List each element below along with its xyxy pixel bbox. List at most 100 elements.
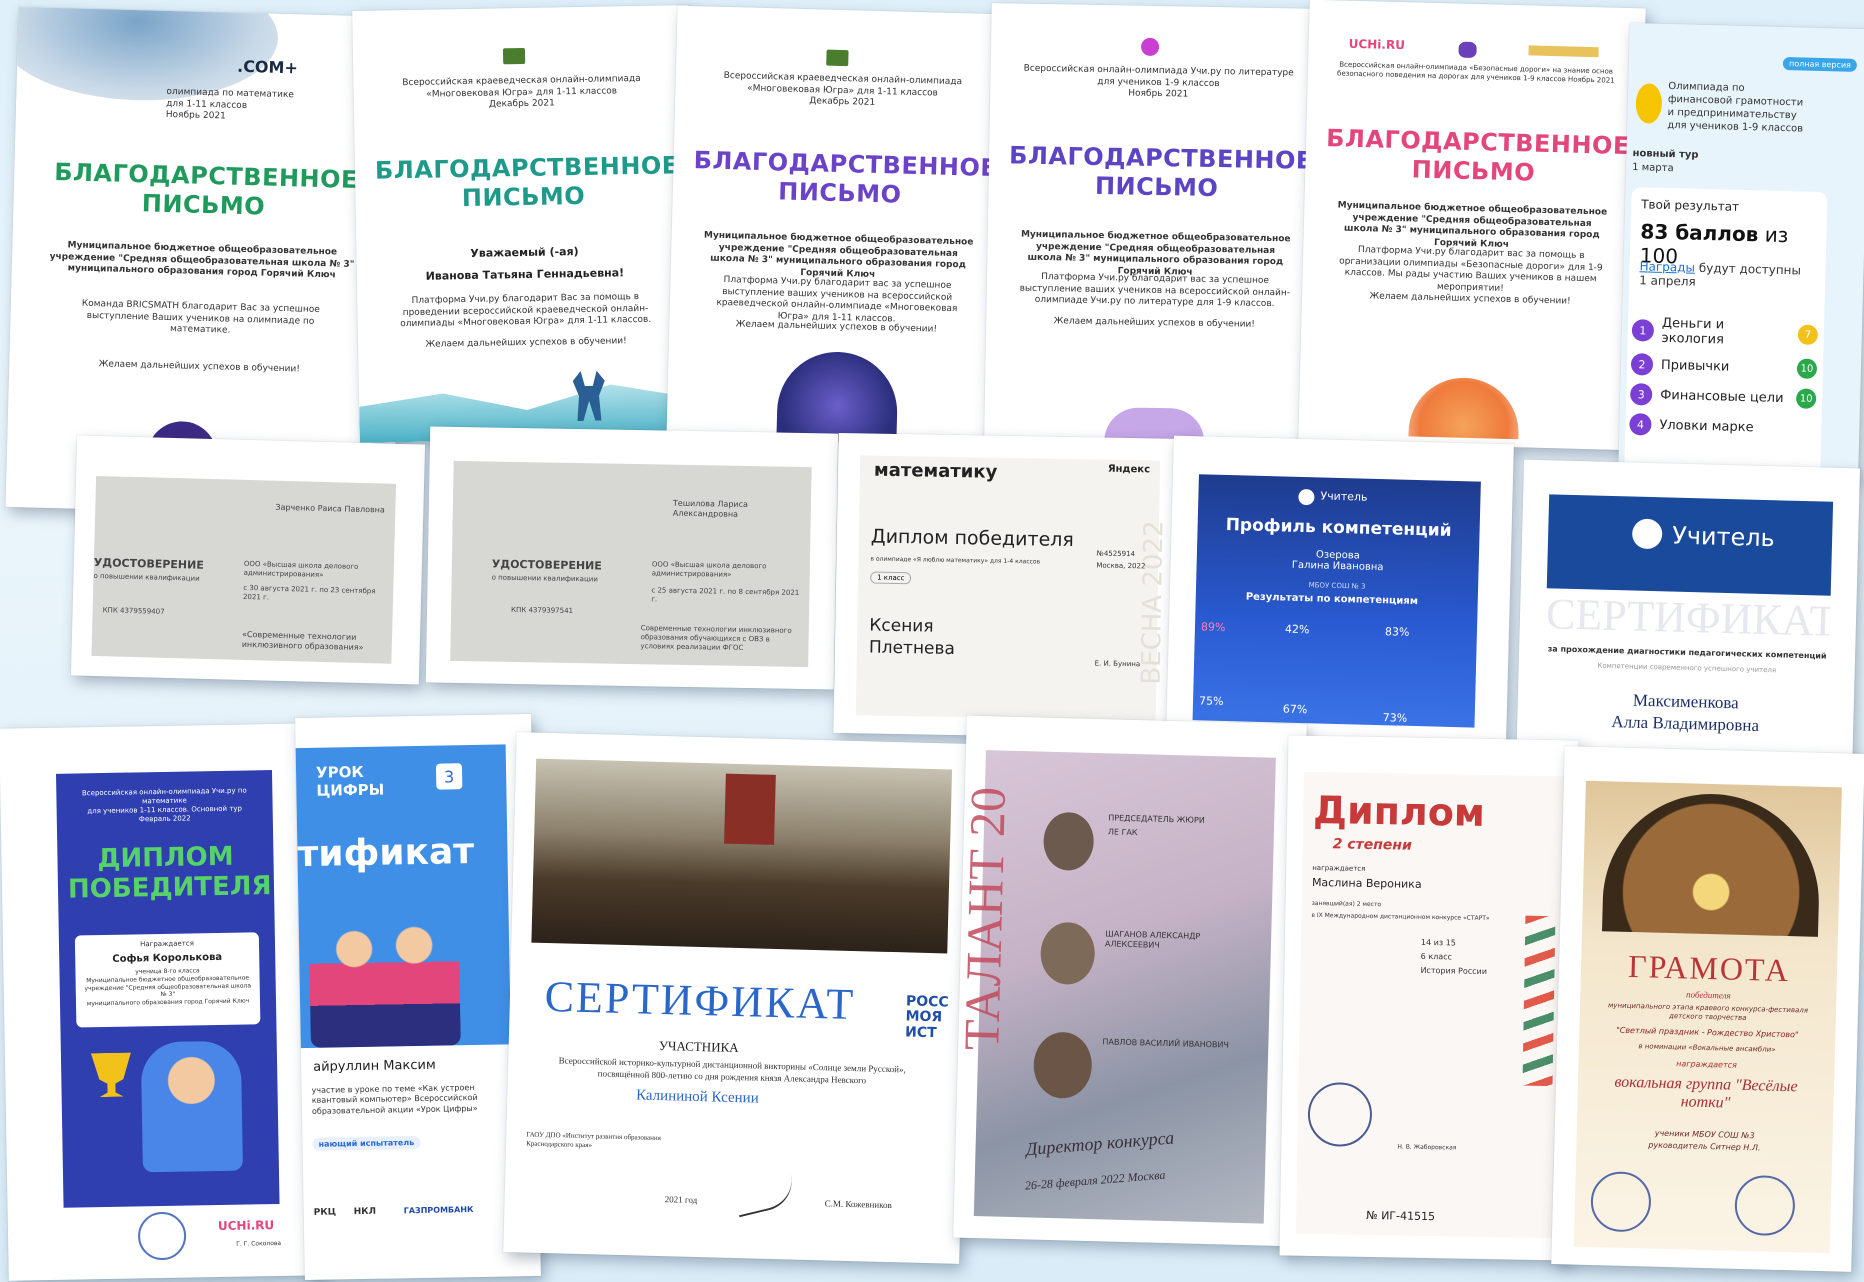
gramota-vesyolye-notki: ГРАМОТА победителя муниципального этапа … — [1551, 746, 1864, 1272]
diploma-header: Всероссийская онлайн-олимпиада Учи.ру по… — [81, 786, 247, 824]
cert-title: БЛАГОДАРСТВЕННОЕ ПИСЬМО — [53, 158, 359, 221]
certificate-yugra-school: Всероссийская краеведческая онлайн-олимп… — [666, 5, 1012, 447]
brand-line1: УРОК — [315, 762, 364, 782]
emblem-icon — [826, 49, 849, 67]
results-header: Результаты по компетенциям — [1245, 591, 1419, 608]
cert-header: Всероссийская краеведческая онлайн-олимп… — [402, 73, 641, 110]
nevsky-certificate: РОСС МОЯ ИСТ СЕРТИФИКАТ УЧАСТНИКА Всерос… — [503, 732, 973, 1264]
profile-school: МБОУ СОШ № 3 — [1308, 581, 1366, 591]
cert-text: Платформа Учи.ру благодарит вас за помощ… — [1339, 245, 1603, 294]
brand-text: .COM+ — [236, 56, 299, 78]
cert-wish: Желаем дальнейших успехов в обучении! — [98, 359, 301, 375]
stamp-icon-1 — [1590, 1171, 1652, 1233]
cert-text: Платформа Учи.ру благодарит вас за успеш… — [1019, 272, 1291, 310]
nativity-illustration — [1602, 791, 1822, 937]
pct-2: 42% — [1284, 622, 1310, 637]
contest-name: в IX Международном дистанционном конкурс… — [1311, 911, 1490, 923]
diploma-sub: в олимпиаде «Я люблю математику» для 1-4… — [870, 555, 1041, 566]
gramota-title: ГРАМОТА — [1627, 947, 1791, 989]
diploma-paper: Диплом 2 степени награждается Маслина Ве… — [1295, 771, 1564, 1239]
topic-list: 1 Деньги и экология 7 2 Привычки 10 3 Финансовы… — [1629, 307, 1819, 448]
topic-label: Деньги и экология — [1661, 315, 1725, 348]
gramota-award: награждается — [1676, 1059, 1738, 1070]
scan-area: Зарченко Раиса Павловна УДОСТОВЕРЕНИЕ о … — [91, 475, 397, 664]
diploma-title: Диплом — [1312, 787, 1486, 835]
topic-item[interactable]: 3 Финансовые цели 10 — [1629, 383, 1817, 410]
winner-name: Софья Королькова — [112, 951, 223, 965]
cert-title: СЕРТИФИКАТ — [544, 971, 856, 1030]
tour-date: 1 марта — [1632, 162, 1674, 175]
cert-name: Иванова Татьяна Геннадьевна! — [425, 266, 625, 283]
jury-name2: ШАГАНОВ АЛЕКСАНДР АЛЕКСЕЕВИЧ — [1104, 929, 1201, 951]
diploma-paper: математику Яндекс ВЕСНА 2022 Диплом побе… — [855, 455, 1169, 721]
painting — [531, 758, 953, 954]
cert-wish: Желаем дальнейших успехов в обучении! — [1053, 316, 1256, 330]
brand-line2: ЦИФРЫ — [316, 780, 385, 800]
profile-screen: Учитель Профиль компетенций Озерова Гали… — [1192, 474, 1481, 728]
topic-item[interactable]: 2 Привычки 10 — [1630, 353, 1818, 380]
cert-text: Платформа Учи.ру благодарит Вас за помощ… — [400, 292, 652, 330]
topic-number: 4 — [1629, 413, 1652, 436]
result-panel: Твой результат 83 баллов из 100 Награды … — [1624, 187, 1828, 480]
doc-title: УДОСТОВЕРЕНИЕ — [491, 557, 602, 573]
cert-watermark: СЕРТИФИКАТ — [1545, 589, 1831, 646]
pct-1: 89% — [1200, 620, 1226, 635]
profile-title: Профиль компетенций — [1225, 514, 1452, 541]
topic-item[interactable]: 4 Уловки марке — [1629, 413, 1816, 440]
diploma-title: ДИПЛОМ ПОБЕДИТЕЛЯ — [67, 841, 272, 905]
score-value: 83 баллов — [1640, 219, 1759, 247]
doc-org: ООО «Высшая школа делового администриров… — [651, 560, 767, 579]
blue-banner: Учитель — [1546, 494, 1834, 596]
pct-6: 73% — [1382, 711, 1408, 725]
portrait-2 — [1039, 921, 1096, 986]
uchitel-certificate: Учитель СЕРТИФИКАТ за прохождение диагно… — [1516, 459, 1860, 779]
cert-text: Команда BRICSMATH благодарит Вас за успе… — [81, 298, 320, 337]
student-name: айруллин Максим — [313, 1057, 436, 1075]
uchi-brand: UCHi.RU — [1348, 36, 1406, 53]
winner-name: Маслина Вероника — [1311, 875, 1422, 891]
yandex-math-diploma: математику Яндекс ВЕСНА 2022 Диплом побе… — [833, 432, 1189, 740]
uchi-stamp-icon — [137, 1211, 187, 1261]
doc-org: ООО «Высшая школа делового администриров… — [243, 559, 359, 580]
grade-chip: 1 класс — [870, 571, 912, 585]
signature-icon — [731, 1172, 798, 1218]
gramota-paper: ГРАМОТА победителя муниципального этапа … — [1573, 780, 1842, 1254]
awards-link[interactable]: Награды — [1639, 259, 1695, 274]
cert-title: БЛАГОДАРСТВЕННОЕ ПИСЬМО — [1008, 141, 1314, 202]
udostoverenie-zarchenko: Зарченко Раиса Павловна УДОСТОВЕРЕНИЕ о … — [70, 435, 426, 685]
topic-score-badge: 7 — [1797, 324, 1819, 345]
number-badge: 3 — [435, 763, 463, 790]
jury-name1: ЛЕ ГАК — [1107, 827, 1138, 838]
trophy-illustration — [91, 1053, 132, 1098]
squirrel-illustration — [776, 350, 899, 444]
student-first: Ксения — [869, 615, 934, 637]
partner-3: ГАЗПРОМБАНК — [403, 1205, 474, 1216]
olympiad-result-screen: полная версия Олимпиада по финансовой гр… — [1618, 22, 1864, 480]
topic-label: Привычки — [1660, 357, 1730, 375]
award-label: награждается — [1312, 863, 1366, 873]
topic-number: 3 — [1629, 383, 1653, 406]
name-panel: Награждается Софья Королькова ученица 8-… — [74, 932, 261, 1028]
topic-number: 2 — [1630, 353, 1654, 376]
cert-title: тификат — [297, 831, 475, 876]
topic-item[interactable]: 1 Деньги и экология 7 — [1631, 315, 1819, 350]
topic-label: Финансовые цели — [1660, 387, 1784, 406]
doc-title: УДОСТОВЕРЕНИЕ — [93, 555, 204, 572]
person-name: Зарченко Раиса Павловна — [275, 502, 385, 515]
role-chip: нающий испытатель — [312, 1135, 421, 1151]
version-badge: полная версия — [1782, 56, 1858, 72]
diploma-title: Диплом победителя — [870, 525, 1075, 552]
start-diploma: Диплом 2 степени награждается Маслина Ве… — [1279, 735, 1579, 1261]
score-value: 14 из 15 — [1420, 937, 1456, 948]
issuer: ГАОУ ДПО «Институт развития образования … — [526, 1130, 662, 1150]
signature-name: Г. Г. Соколова — [236, 1239, 282, 1248]
diploma-degree: 2 степени — [1332, 836, 1412, 854]
painting-banner — [724, 773, 776, 845]
cert-org: Муниципальное бюджетное общеобразователь… — [49, 240, 355, 281]
award-label: Награждается — [139, 939, 194, 949]
blue-header: УРОК ЦИФРЫ 3 тификат — [295, 744, 511, 1049]
doc-sub: о повышении квалификации — [491, 573, 598, 584]
certificate-literature: Всероссийская онлайн-олимпиада Учи.ру по… — [984, 3, 1328, 445]
boy-illustration — [140, 1040, 243, 1173]
cert-title: БЛАГОДАРСТВЕННОЕ ПИСЬМО — [1325, 124, 1631, 187]
